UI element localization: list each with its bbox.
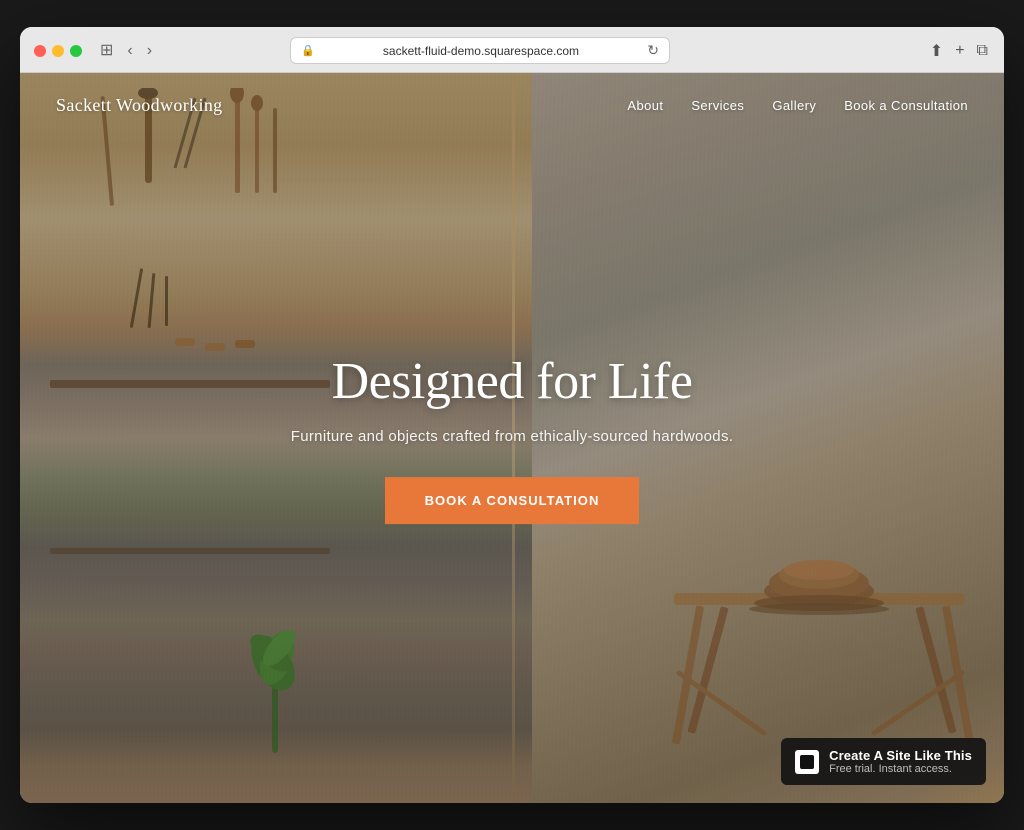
browser-chrome: ⊞ ‹ › 🔒 sackett-fluid-demo.squarespace.c… bbox=[20, 27, 1004, 73]
nav-about[interactable]: About bbox=[627, 98, 663, 113]
sidebar-toggle-button[interactable]: ⊞ bbox=[96, 41, 117, 61]
url-text: sackett-fluid-demo.squarespace.com bbox=[321, 44, 642, 58]
badge-main-text: Create A Site Like This bbox=[829, 748, 972, 763]
traffic-lights bbox=[34, 45, 82, 57]
browser-window: ⊞ ‹ › 🔒 sackett-fluid-demo.squarespace.c… bbox=[20, 27, 1004, 803]
badge-sub-text: Free trial. Instant access. bbox=[829, 763, 972, 775]
plant-svg bbox=[235, 613, 315, 753]
tabs-button[interactable]: ⧉ bbox=[975, 40, 990, 62]
address-bar[interactable]: 🔒 sackett-fluid-demo.squarespace.com ↻ bbox=[290, 37, 670, 64]
close-button[interactable] bbox=[34, 45, 46, 57]
share-button[interactable]: ⬆ bbox=[928, 39, 945, 63]
lock-icon: 🔒 bbox=[301, 44, 315, 57]
reload-icon: ↻ bbox=[647, 42, 659, 59]
hero-content: Designed for Life Furniture and objects … bbox=[212, 352, 812, 524]
browser-action-buttons: ⬆ + ⧉ bbox=[928, 39, 990, 63]
shelf-decoration-2 bbox=[50, 548, 330, 554]
nav-links: About Services Gallery Book a Consultati… bbox=[627, 98, 968, 113]
maximize-button[interactable] bbox=[70, 45, 82, 57]
forward-button[interactable]: › bbox=[143, 41, 156, 61]
browser-controls: ⊞ ‹ › bbox=[96, 41, 156, 61]
hero-subtitle: Furniture and objects crafted from ethic… bbox=[212, 428, 812, 445]
hero-title: Designed for Life bbox=[212, 352, 812, 412]
nav-gallery[interactable]: Gallery bbox=[772, 98, 816, 113]
squarespace-logo-inner bbox=[800, 755, 814, 769]
new-tab-button[interactable]: + bbox=[953, 40, 966, 62]
squarespace-badge[interactable]: Create A Site Like This Free trial. Inst… bbox=[781, 738, 986, 785]
minimize-button[interactable] bbox=[52, 45, 64, 57]
nav-services[interactable]: Services bbox=[691, 98, 744, 113]
navigation: Sackett Woodworking About Services Galle… bbox=[20, 73, 1004, 138]
squarespace-logo bbox=[795, 750, 819, 774]
site-logo[interactable]: Sackett Woodworking bbox=[56, 95, 223, 116]
website-content: Sackett Woodworking About Services Galle… bbox=[20, 73, 1004, 803]
cta-button[interactable]: Book a Consultation bbox=[385, 477, 640, 524]
back-button[interactable]: ‹ bbox=[123, 41, 136, 61]
badge-text-block: Create A Site Like This Free trial. Inst… bbox=[829, 748, 972, 775]
nav-book-consultation[interactable]: Book a Consultation bbox=[844, 98, 968, 113]
